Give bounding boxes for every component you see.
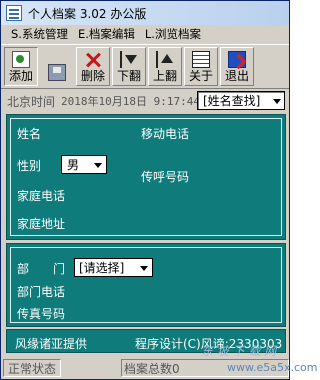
fax-label: 传真号码 bbox=[17, 307, 66, 321]
personal-info-frame: 姓名 移动电话 性别 男 传呼号码 家庭电话 家庭地址 bbox=[10, 118, 282, 236]
department-frame: 部 门 [请选择] 部门电话 传真号码 bbox=[10, 247, 282, 323]
add-icon bbox=[12, 51, 30, 68]
delete-icon bbox=[84, 51, 102, 68]
toolbar: 添加 删除 下翻 上翻 关于 退出 bbox=[1, 44, 289, 89]
chevron-down-icon bbox=[94, 163, 102, 168]
personal-info-panel: 姓名 移动电话 性别 男 传呼号码 家庭电话 家庭地址 bbox=[6, 114, 286, 240]
main-window: 个人档案 3.02 办公版 S.系统管理 E.档案编辑 L.浏览档案 添加 删除… bbox=[0, 0, 317, 380]
exit-label: 退出 bbox=[224, 69, 249, 83]
dept-phone-label: 部门电话 bbox=[17, 285, 66, 299]
app-icon bbox=[6, 5, 22, 21]
delete-button[interactable]: 删除 bbox=[76, 47, 110, 86]
provider-text: 风缘诸亚提供 bbox=[15, 337, 88, 351]
chevron-down-icon bbox=[273, 99, 281, 104]
arrow-up-icon bbox=[156, 51, 174, 68]
save-icon bbox=[48, 64, 66, 81]
about-button[interactable]: 关于 bbox=[184, 47, 218, 86]
title-bar[interactable]: 个人档案 3.02 办公版 bbox=[1, 1, 289, 25]
next-label: 下翻 bbox=[116, 69, 141, 83]
about-icon bbox=[192, 51, 210, 68]
add-button[interactable]: 添加 bbox=[4, 47, 38, 86]
exit-icon bbox=[228, 51, 246, 68]
add-label: 添加 bbox=[8, 69, 33, 83]
datetime-value: 2018年10月18日 9:17:44 bbox=[61, 95, 200, 108]
mobile-label: 移动电话 bbox=[141, 127, 190, 141]
pager-label: 传呼号码 bbox=[141, 170, 190, 184]
save-button[interactable] bbox=[40, 47, 74, 86]
gender-label: 性别 bbox=[17, 159, 42, 173]
home-phone-label: 家庭电话 bbox=[17, 189, 66, 203]
gender-select[interactable]: 男 bbox=[61, 155, 107, 174]
status-text: 正常状态 bbox=[3, 359, 61, 377]
exit-button[interactable]: 退出 bbox=[220, 47, 254, 86]
search-mode-value: [姓名查找] bbox=[203, 94, 261, 108]
delete-label: 删除 bbox=[80, 69, 105, 83]
department-select[interactable]: [请选择] bbox=[74, 258, 153, 277]
department-label: 部 门 bbox=[17, 262, 66, 276]
next-button[interactable]: 下翻 bbox=[112, 47, 146, 86]
home-address-label: 家庭地址 bbox=[17, 217, 66, 231]
search-mode-select[interactable]: [姓名查找] bbox=[197, 91, 285, 110]
chevron-down-icon bbox=[140, 266, 148, 271]
watermark-url: www.e5a5x.com bbox=[227, 361, 318, 374]
gender-value: 男 bbox=[67, 158, 80, 172]
datetime-label: 北京时间 bbox=[7, 94, 56, 109]
prev-button[interactable]: 上翻 bbox=[148, 47, 182, 86]
menu-system[interactable]: S.系统管理 bbox=[1, 26, 73, 42]
menu-browse[interactable]: L.浏览档案 bbox=[140, 26, 206, 42]
department-panel: 部 门 [请选择] 部门电话 传真号码 bbox=[6, 243, 286, 327]
name-label: 姓名 bbox=[17, 127, 42, 141]
window-title: 个人档案 3.02 办公版 bbox=[28, 6, 147, 21]
menu-edit[interactable]: E.档案编辑 bbox=[73, 26, 140, 42]
department-value: [请选择] bbox=[79, 261, 125, 275]
menu-bar: S.系统管理 E.档案编辑 L.浏览档案 bbox=[1, 25, 289, 43]
arrow-down-icon bbox=[120, 51, 138, 68]
prev-label: 上翻 bbox=[152, 69, 177, 83]
datetime-row: 北京时间 2018年10月18日 9:17:44 [姓名查找] bbox=[1, 90, 289, 112]
about-label: 关于 bbox=[188, 69, 213, 83]
